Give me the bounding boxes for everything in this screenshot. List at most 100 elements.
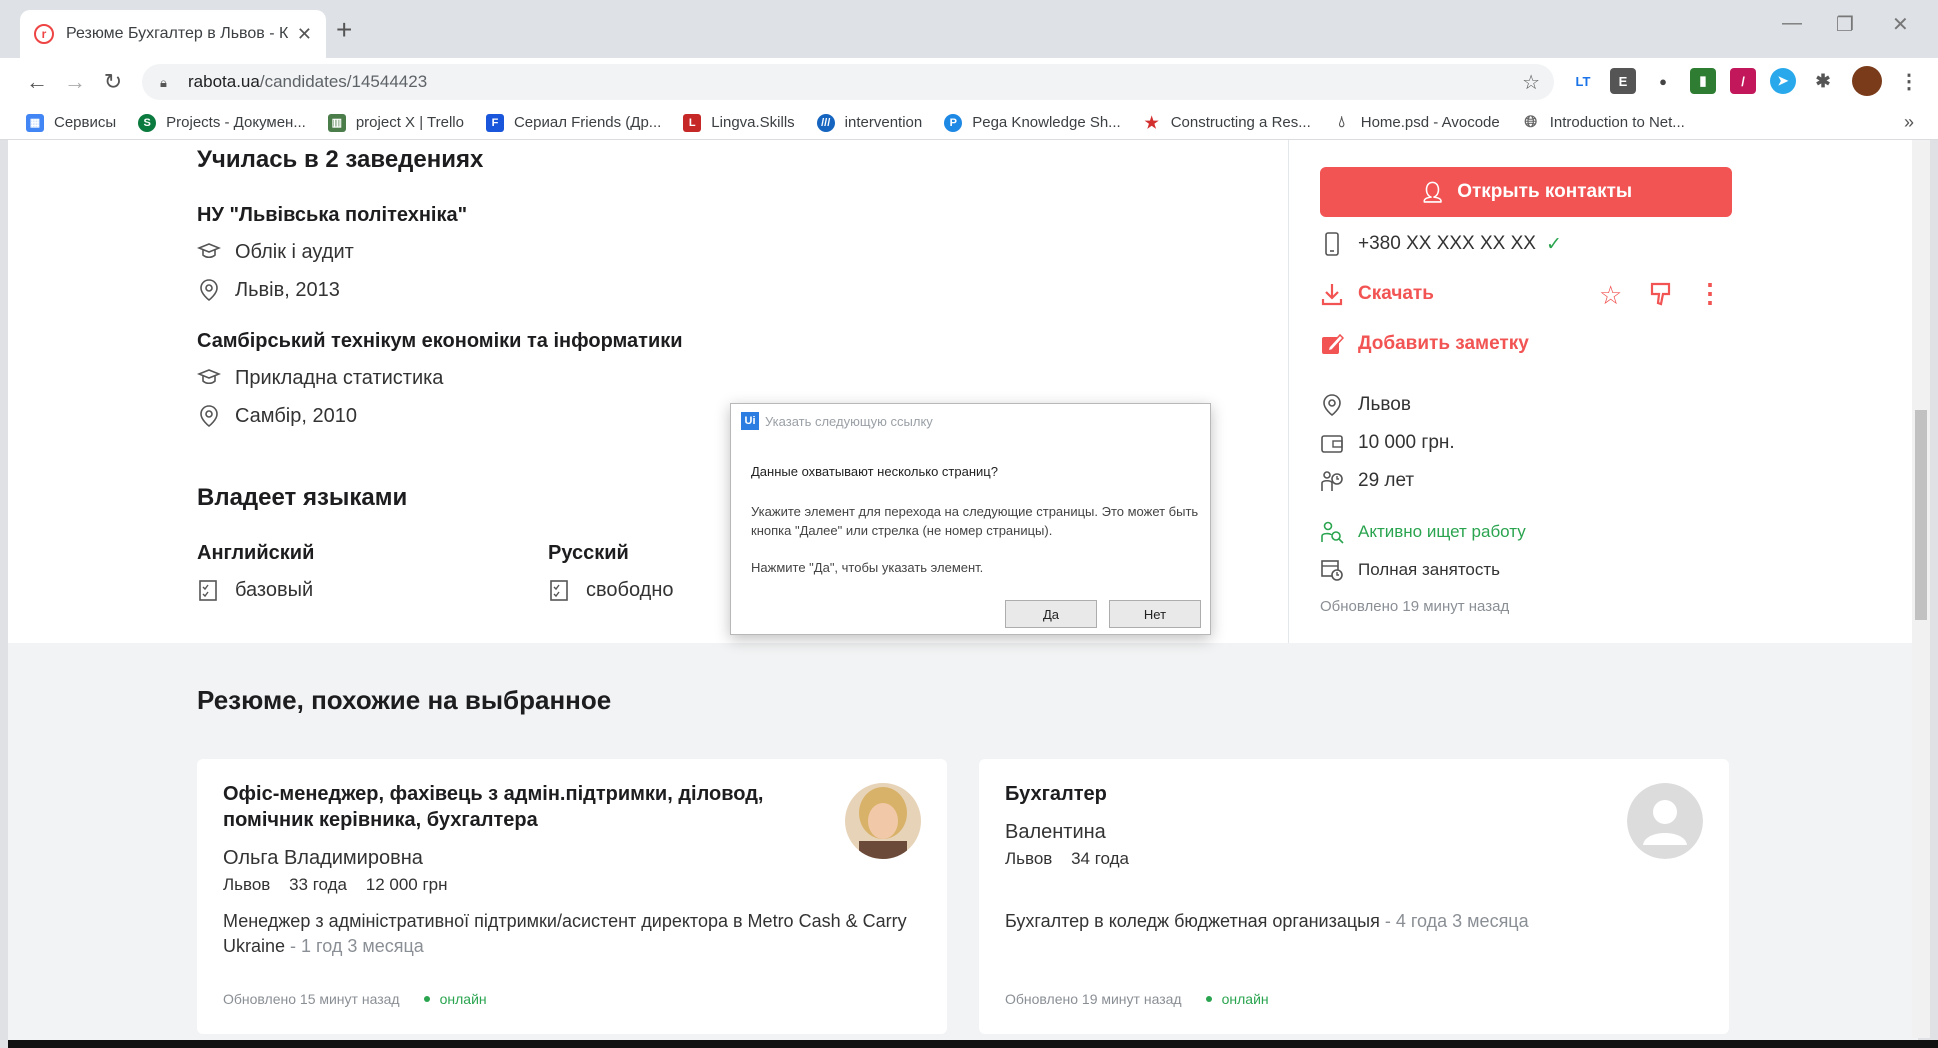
no-button[interactable]: Нет bbox=[1109, 600, 1201, 628]
bookmark-item[interactable]: 💧︎ Home.psd - Avocode bbox=[1332, 113, 1500, 132]
pink-extension-icon[interactable]: / bbox=[1730, 68, 1756, 94]
phone-row: +380 XX XXX XX XX ✓ bbox=[1320, 232, 1562, 256]
similar-heading: Резюме, похожие на выбранное bbox=[197, 685, 612, 715]
forward-icon[interactable]: → bbox=[56, 69, 94, 95]
avocode-drop-icon: 💧︎ bbox=[1332, 113, 1351, 132]
more-bookmarks-icon[interactable]: » bbox=[1904, 112, 1914, 133]
editor-extension-icon[interactable]: E bbox=[1610, 68, 1636, 94]
bookmark-label: Home.psd - Avocode bbox=[1360, 114, 1500, 131]
bookmark-label: Constructing a Res... bbox=[1170, 114, 1311, 131]
language-level: базовый bbox=[235, 578, 314, 601]
more-options-icon[interactable]: ⋮ bbox=[1697, 278, 1723, 309]
browser-tab[interactable]: r Резюме Бухгалтер в Львов - Ка ✕ bbox=[20, 10, 326, 58]
dialog-title: Указать следующую ссылку bbox=[765, 413, 933, 429]
bookmark-item[interactable]: P Pega Knowledge Sh... bbox=[944, 113, 1121, 132]
bookmark-item[interactable]: ▥ project X | Trello bbox=[327, 113, 464, 132]
languages-heading: Владеет языками bbox=[197, 484, 408, 511]
candidate-city: Львов bbox=[223, 875, 271, 894]
age-text: 29 лет bbox=[1358, 470, 1415, 491]
card-title[interactable]: Офіс-менеджер, фахівець з адмін.підтримк… bbox=[223, 781, 783, 833]
person-age-icon bbox=[1320, 469, 1344, 493]
resume-card[interactable]: Бухгалтер Валентина Львов 34 года Бухгал… bbox=[979, 759, 1729, 1034]
salary-text: 10 000 грн. bbox=[1358, 432, 1455, 453]
bookmark-item[interactable]: F Сериал Friends (Др... bbox=[485, 113, 661, 132]
bookmark-item[interactable]: S Projects - Докумен... bbox=[138, 113, 306, 132]
telegram-icon[interactable]: ➤ bbox=[1770, 68, 1796, 94]
address-bar[interactable]: 🔒︎ rabota.ua/candidates/14544423 ☆ bbox=[142, 64, 1554, 100]
bookmark-label: Pega Knowledge Sh... bbox=[972, 114, 1121, 131]
yes-button[interactable]: Да bbox=[1005, 600, 1097, 628]
extensions-puzzle-icon[interactable]: ✱ bbox=[1810, 68, 1836, 94]
close-tab-icon[interactable]: ✕ bbox=[297, 24, 312, 45]
card-updated: Обновлено 19 минут назад bbox=[1005, 991, 1182, 1007]
language-level-row: базовый bbox=[197, 578, 313, 602]
lock-icon: 🔒︎ bbox=[160, 75, 167, 90]
institution-name: НУ "Львівська політехніка" bbox=[197, 204, 468, 226]
online-status: онлайн bbox=[424, 991, 487, 1007]
location-pin-icon bbox=[1320, 393, 1344, 417]
location-pin-icon bbox=[197, 404, 221, 428]
globe-icon: 🌐︎ bbox=[1521, 113, 1540, 132]
salary-row: 10 000 грн. bbox=[1320, 431, 1455, 455]
new-tab-icon[interactable]: + bbox=[336, 14, 352, 46]
age-row: 29 лет bbox=[1320, 469, 1414, 493]
bookmark-label: Projects - Докумен... bbox=[166, 114, 306, 131]
phone-icon bbox=[1320, 232, 1344, 256]
checklist-icon bbox=[197, 578, 221, 602]
circle-extension-icon[interactable]: ● bbox=[1650, 68, 1676, 94]
bookmark-label: Lingva.Skills bbox=[711, 114, 795, 131]
browser-menu-icon[interactable]: ⋮ bbox=[1896, 68, 1922, 94]
trello-icon: ▥ bbox=[327, 113, 346, 132]
graduation-cap-icon bbox=[197, 366, 221, 390]
scrollbar-thumb[interactable] bbox=[1915, 410, 1927, 620]
bookmark-label: Introduction to Net... bbox=[1549, 114, 1685, 131]
default-avatar-icon bbox=[1627, 783, 1703, 859]
place-text: Самбір, 2010 bbox=[235, 404, 357, 427]
employment-text: Полная занятость bbox=[1358, 560, 1501, 579]
institution-name: Самбірський технікум економіки та інформ… bbox=[197, 330, 683, 352]
bookmark-star-icon[interactable]: ☆ bbox=[1522, 70, 1540, 95]
wallet-icon bbox=[1320, 431, 1344, 455]
star-bookmark-icon: ★ bbox=[1142, 113, 1161, 132]
next-link-dialog: Ui Указать следующую ссылку Данные охват… bbox=[730, 403, 1211, 635]
green-extension-icon[interactable]: ▮ bbox=[1690, 68, 1716, 94]
minimize-icon[interactable]: — bbox=[1782, 12, 1802, 35]
specialty-text: Облік і аудит bbox=[235, 240, 354, 263]
search-person-icon bbox=[1320, 520, 1344, 544]
bookmark-item[interactable]: 🌐︎ Introduction to Net... bbox=[1521, 113, 1685, 132]
reload-icon[interactable]: ↻ bbox=[94, 69, 132, 95]
job-search-status: Активно ищет работу bbox=[1320, 520, 1526, 544]
city-text: Львов bbox=[1358, 394, 1411, 415]
window-close-icon[interactable]: ✕ bbox=[1892, 12, 1909, 37]
bookmark-item[interactable]: ★ Constructing a Res... bbox=[1142, 113, 1311, 132]
uipath-logo-icon: Ui bbox=[741, 412, 759, 430]
card-title[interactable]: Бухгалтер bbox=[1005, 781, 1565, 807]
tab-title: Резюме Бухгалтер в Львов - Ка bbox=[66, 25, 289, 42]
intervention-icon: /// bbox=[816, 113, 835, 132]
back-icon[interactable]: ← bbox=[18, 69, 56, 95]
candidate-experience: Бухгалтер в коледж бюджетная организацыя… bbox=[1005, 909, 1725, 934]
page-scrollbar[interactable] bbox=[1912, 140, 1930, 1038]
lt-extension-icon[interactable]: LT bbox=[1570, 68, 1596, 94]
edit-note-icon bbox=[1320, 332, 1344, 356]
favorite-star-icon[interactable]: ☆ bbox=[1599, 280, 1622, 311]
bookmark-item[interactable]: L Lingva.Skills bbox=[683, 113, 795, 132]
open-contacts-button[interactable]: 👤︎ Открыть контакты bbox=[1320, 167, 1732, 217]
bookmark-item[interactable]: /// intervention bbox=[816, 113, 922, 132]
restore-icon[interactable]: ❐ bbox=[1836, 12, 1854, 37]
experience-duration: - 1 год 3 месяца bbox=[285, 936, 424, 956]
card-updated: Обновлено 15 минут назад bbox=[223, 991, 400, 1007]
open-contacts-label: Открыть контакты bbox=[1457, 181, 1633, 202]
dislike-icon[interactable] bbox=[1649, 280, 1675, 313]
browser-toolbar: ← → ↻ 🔒︎ rabota.ua/candidates/14544423 ☆… bbox=[0, 58, 1938, 106]
bookmark-label: Сервисы bbox=[54, 114, 117, 131]
add-note-link[interactable]: Добавить заметку bbox=[1320, 332, 1529, 356]
resume-card[interactable]: Офіс-менеджер, фахівець з адмін.підтримк… bbox=[197, 759, 947, 1034]
bookmark-item[interactable]: ▦ Сервисы bbox=[26, 113, 117, 132]
calendar-clock-icon bbox=[1320, 558, 1344, 582]
pega-icon: P bbox=[944, 113, 963, 132]
candidate-meta: Львов 33 года 12 000 грн bbox=[223, 875, 448, 895]
dialog-question: Данные охватывают несколько страниц? bbox=[751, 464, 998, 479]
profile-avatar[interactable] bbox=[1852, 66, 1882, 96]
download-link[interactable]: Скачать bbox=[1320, 282, 1434, 306]
